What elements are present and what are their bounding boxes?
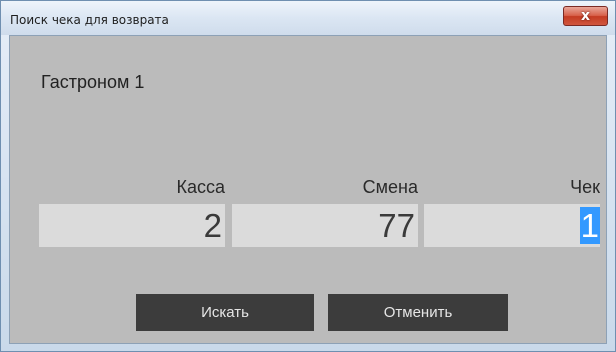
cancel-button[interactable]: Отменить (328, 294, 508, 331)
smena-label: Смена (362, 177, 418, 197)
dialog-body: Гастроном 1 Касса Смена Чек 2 77 1 Искат… (9, 35, 607, 344)
smena-value: 77 (378, 207, 415, 244)
store-name: Гастроном 1 (41, 72, 145, 92)
dialog-window: Поиск чека для возврата x Гастроном 1 Ка… (0, 0, 616, 352)
search-button[interactable]: Искать (136, 294, 314, 331)
kassa-input[interactable]: 2 (39, 204, 225, 247)
smena-input[interactable]: 77 (232, 204, 418, 247)
search-button-label: Искать (201, 304, 249, 321)
kassa-value: 2 (203, 207, 222, 244)
window-title: Поиск чека для возврата (10, 13, 169, 27)
kassa-label: Касса (176, 177, 225, 197)
chek-input[interactable]: 1 (424, 204, 600, 247)
chek-label: Чек (570, 177, 600, 197)
close-button[interactable]: x (563, 6, 608, 26)
chek-value-selected: 1 (579, 207, 600, 244)
title-bar[interactable]: Поиск чека для возврата x (1, 1, 615, 35)
close-icon: x (580, 8, 591, 24)
cancel-button-label: Отменить (383, 304, 453, 321)
